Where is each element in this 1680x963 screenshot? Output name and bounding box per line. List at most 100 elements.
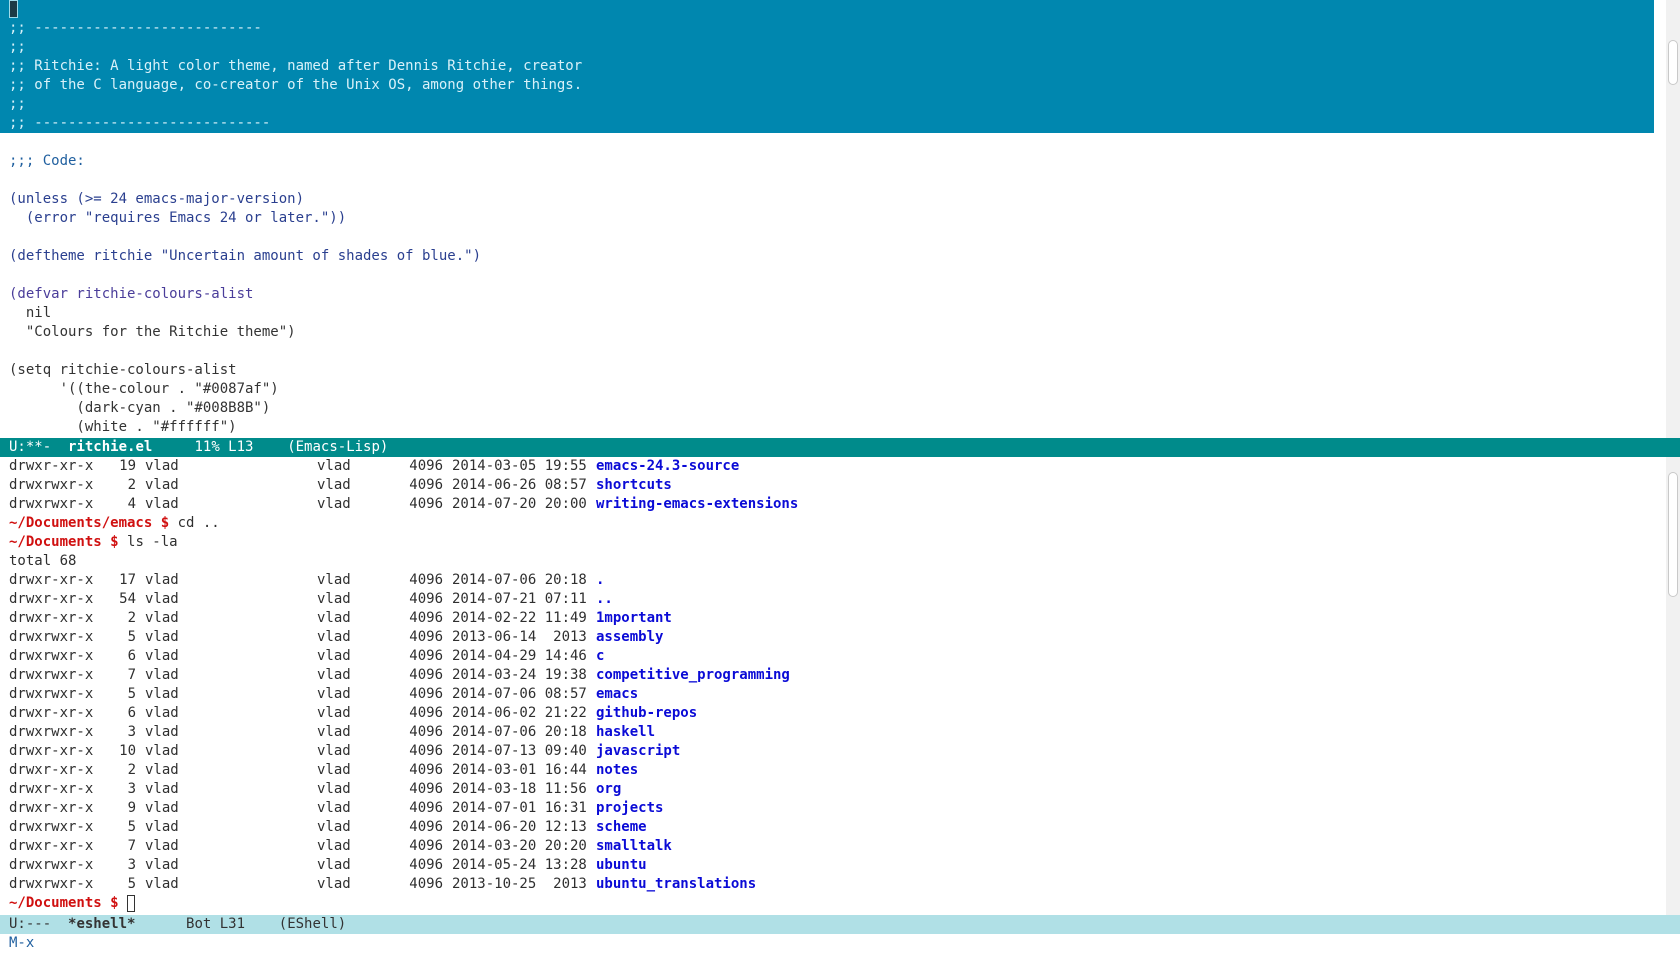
ls-directory-name[interactable]: scheme	[596, 819, 647, 835]
ls-owner: vlad	[145, 819, 179, 835]
ls-link-count: 3	[127, 724, 136, 740]
ls-directory-name[interactable]: haskell	[596, 724, 655, 740]
ls-row: drwxrwxr-x 5 vlad vlad 4096 2013-06-14 2013 as…	[0, 628, 1664, 647]
ls-link-count: 5	[127, 876, 136, 892]
eshell-input-line[interactable]: ~/Documents $	[0, 894, 1664, 913]
ls-permissions: drwxrwxr-x	[9, 819, 94, 835]
ls-date: 2014-03-20 20:20	[452, 838, 587, 854]
ls-link-count: 54	[119, 591, 136, 607]
ls-owner: vlad	[145, 781, 179, 797]
ls-directory-name[interactable]: competitive_programming	[596, 667, 790, 683]
code-line	[0, 0, 1654, 19]
code-line: (setq ritchie-colours-alist	[9, 362, 237, 378]
eshell-scrollbar-thumb[interactable]	[1668, 472, 1678, 597]
eshell-prompt: ~/Documents $	[9, 895, 119, 911]
ls-link-count: 10	[119, 743, 136, 759]
ls-owner: vlad	[145, 724, 179, 740]
ls-owner: vlad	[145, 800, 179, 816]
ls-date: 2014-06-26 08:57	[452, 477, 587, 493]
ls-directory-name[interactable]: org	[596, 781, 621, 797]
ls-link-count: 2	[127, 477, 136, 493]
modeline-mode[interactable]: (Emacs-Lisp)	[287, 439, 388, 455]
ls-link-count: 5	[127, 819, 136, 835]
ls-date: 2014-07-20 20:00	[452, 496, 587, 512]
code-line: (white . "#ffffff")	[9, 419, 237, 435]
minibuffer[interactable]: M-x	[0, 934, 34, 953]
ls-row: drwxr-xr-x 17 vlad vlad 4096 2014-07-06 20:18…	[0, 571, 1664, 590]
ls-group: vlad	[317, 800, 351, 816]
ls-permissions: drwxrwxr-x	[9, 477, 94, 493]
ls-owner: vlad	[145, 648, 179, 664]
code-line: ;; ----------------------------	[0, 114, 1654, 133]
ls-permissions: drwxrwxr-x	[9, 686, 94, 702]
ls-group: vlad	[317, 648, 351, 664]
ls-row: drwxr-xr-x 2 vlad vlad 4096 2014-03-01 16:44 n…	[0, 761, 1664, 780]
ls-link-count: 3	[127, 781, 136, 797]
ls-directory-name[interactable]: writing-emacs-extensions	[596, 496, 798, 512]
ls-row: drwxrwxr-x 6 vlad vlad 4096 2014-04-29 14:46 c	[0, 647, 1664, 666]
ls-directory-name[interactable]: emacs-24.3-source	[596, 458, 739, 474]
modeline-mode[interactable]: (EShell)	[279, 916, 346, 932]
ls-link-count: 19	[119, 458, 136, 474]
text-cursor	[9, 0, 18, 18]
ls-size: 4096	[409, 876, 443, 892]
ls-date: 2014-06-02 21:22	[452, 705, 587, 721]
modeline-buffer-name[interactable]: *eshell*	[68, 916, 135, 932]
ls-directory-name[interactable]: 1mportant	[596, 610, 672, 626]
ls-permissions: drwxr-xr-x	[9, 743, 94, 759]
ls-row: drwxr-xr-x 9 vlad vlad 4096 2014-07-01 16:31 p…	[0, 799, 1664, 818]
editor-window[interactable]: ;; --------------------------- ;; ;; Rit…	[0, 0, 1664, 438]
ls-directory-name[interactable]: emacs	[596, 686, 638, 702]
ls-permissions: drwxrwxr-x	[9, 857, 94, 873]
ls-size: 4096	[409, 762, 443, 778]
code-line: ;; of the C language, co-creator of the …	[0, 76, 1654, 95]
ls-date: 2014-03-24 19:38	[452, 667, 587, 683]
ls-permissions: drwxrwxr-x	[9, 648, 94, 664]
ls-directory-name[interactable]: projects	[596, 800, 663, 816]
code-line: ;;	[0, 95, 1654, 114]
eshell-scrollbar[interactable]	[1666, 457, 1680, 915]
ls-permissions: drwxr-xr-x	[9, 838, 94, 854]
ls-link-count: 4	[127, 496, 136, 512]
ls-directory-name[interactable]: notes	[596, 762, 638, 778]
ls-directory-name[interactable]: javascript	[596, 743, 680, 759]
ls-directory-name[interactable]: ..	[596, 591, 613, 607]
ls-directory-name[interactable]: shortcuts	[596, 477, 672, 493]
ls-group: vlad	[317, 857, 351, 873]
ls-permissions: drwxr-xr-x	[9, 610, 94, 626]
ls-directory-name[interactable]: .	[596, 572, 604, 588]
ls-permissions: drwxr-xr-x	[9, 762, 94, 778]
modeline-buffer-name[interactable]: ritchie.el	[68, 439, 152, 455]
ls-link-count: 6	[127, 705, 136, 721]
ls-size: 4096	[409, 572, 443, 588]
ls-owner: vlad	[145, 458, 179, 474]
ls-directory-name[interactable]: ubuntu_translations	[596, 876, 756, 892]
ls-permissions: drwxr-xr-x	[9, 781, 94, 797]
mode-line-inactive: U:--- *eshell* Bot L31 (EShell)	[0, 915, 1680, 934]
ls-size: 4096	[409, 857, 443, 873]
ls-date: 2014-07-01 16:31	[452, 800, 587, 816]
ls-directory-name[interactable]: github-repos	[596, 705, 697, 721]
ls-size: 4096	[409, 591, 443, 607]
ls-directory-name[interactable]: assembly	[596, 629, 663, 645]
ls-size: 4096	[409, 705, 443, 721]
ls-date: 2014-06-20 12:13	[452, 819, 587, 835]
ls-directory-name[interactable]: smalltalk	[596, 838, 672, 854]
ls-directory-name[interactable]: ubuntu	[596, 857, 647, 873]
eshell-command-line: ~/Documents/emacs $ cd ..	[0, 514, 1664, 533]
ls-permissions: drwxr-xr-x	[9, 458, 94, 474]
ls-size: 4096	[409, 629, 443, 645]
ls-directory-name[interactable]: c	[596, 648, 604, 664]
editor-scrollbar[interactable]	[1666, 0, 1680, 438]
code-line: "Colours for the Ritchie theme")	[9, 324, 296, 340]
editor-scrollbar-thumb[interactable]	[1668, 40, 1678, 85]
ls-size: 4096	[409, 819, 443, 835]
ls-group: vlad	[317, 762, 351, 778]
ls-row: drwxrwxr-x 5 vlad vlad 4096 2014-06-20 12:13 s…	[0, 818, 1664, 837]
ls-permissions: drwxrwxr-x	[9, 629, 94, 645]
eshell-command-line: ~/Documents $ ls -la	[0, 533, 1664, 552]
ls-group: vlad	[317, 667, 351, 683]
ls-permissions: drwxr-xr-x	[9, 705, 94, 721]
eshell-window[interactable]: drwxr-xr-x 19 vlad vlad 4096 2014-03-05 19:55…	[0, 457, 1664, 915]
